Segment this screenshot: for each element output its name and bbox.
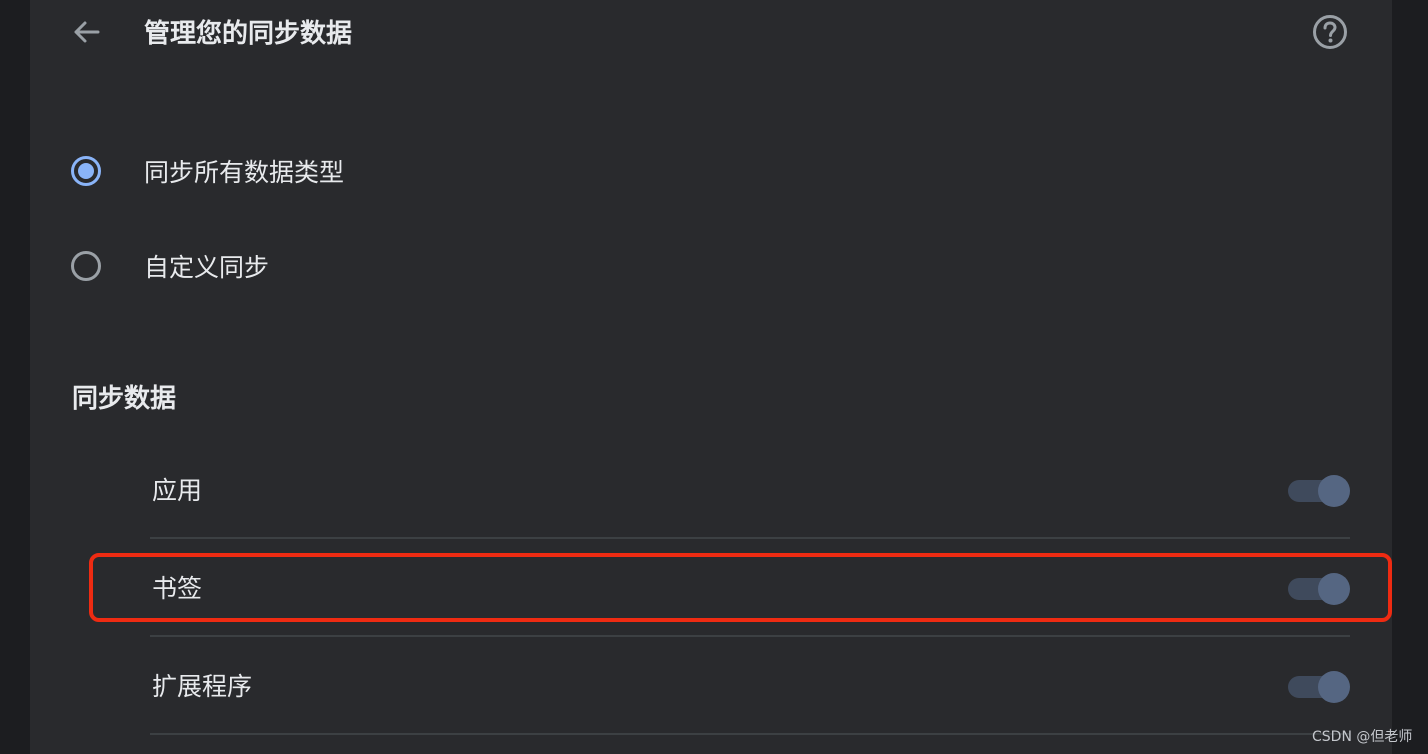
toggle-switch[interactable] — [1288, 573, 1350, 605]
sync-item-label: 书签 — [152, 574, 203, 603]
sync-item-bookmarks[interactable]: 书签 — [150, 541, 1350, 637]
divider — [150, 635, 1350, 637]
toggle-knob — [1318, 671, 1350, 703]
sync-item-apps[interactable]: 应用 — [150, 443, 1350, 539]
radio-label: 自定义同步 — [144, 253, 270, 282]
toggle-switch[interactable] — [1288, 671, 1350, 703]
divider — [150, 537, 1350, 539]
back-button[interactable] — [64, 14, 108, 54]
arrow-back-icon — [70, 16, 102, 52]
radio-button-unchecked[interactable] — [71, 251, 101, 281]
sync-item-extensions[interactable]: 扩展程序 — [150, 639, 1350, 735]
radio-custom-sync[interactable]: 自定义同步 — [64, 241, 664, 291]
radio-button-checked[interactable] — [71, 156, 101, 186]
toggle-knob — [1318, 573, 1350, 605]
watermark: CSDN @但老师 — [1312, 729, 1413, 745]
toggle-switch[interactable] — [1288, 475, 1350, 507]
sync-item-label: 应用 — [152, 476, 203, 505]
sync-item-label: 扩展程序 — [152, 672, 253, 701]
radio-sync-all[interactable]: 同步所有数据类型 — [64, 146, 664, 196]
radio-label: 同步所有数据类型 — [144, 158, 345, 187]
toggle-knob — [1318, 475, 1350, 507]
section-title: 同步数据 — [72, 384, 177, 414]
help-circle-icon — [1312, 14, 1348, 54]
help-button[interactable] — [1308, 12, 1352, 56]
page-title: 管理您的同步数据 — [144, 19, 353, 49]
divider — [150, 733, 1350, 735]
